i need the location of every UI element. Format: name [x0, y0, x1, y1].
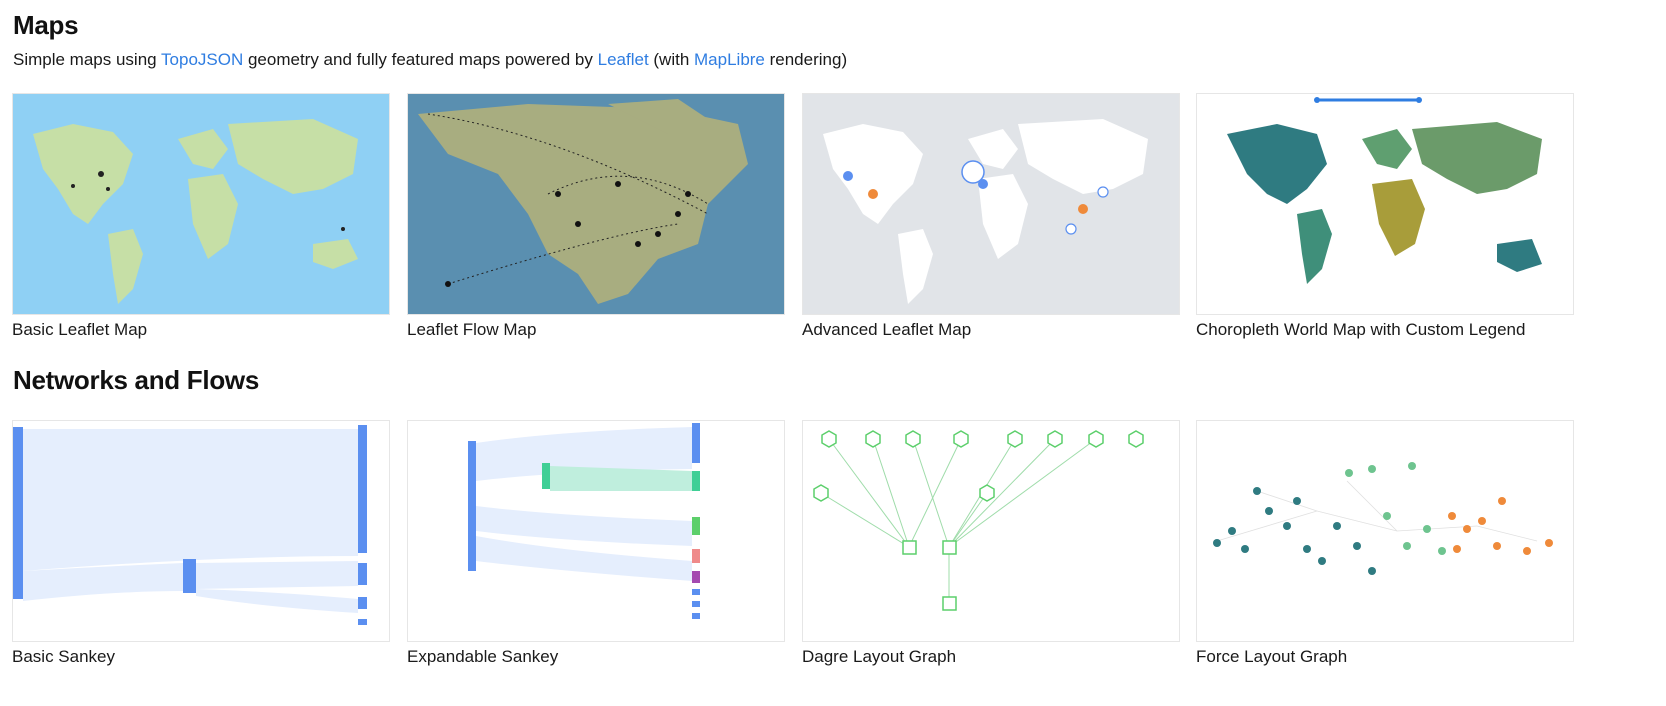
- dagre-graph-thumbnail[interactable]: [802, 420, 1180, 642]
- subtitle-text: rendering): [764, 50, 848, 69]
- topojson-link[interactable]: TopoJSON: [161, 50, 243, 69]
- basic-sankey-card[interactable]: Basic Sankey: [12, 420, 390, 667]
- card-label[interactable]: Basic Leaflet Map: [12, 320, 390, 340]
- choropleth-world-map-card[interactable]: Choropleth World Map with Custom Legend: [1196, 93, 1574, 340]
- card-label[interactable]: Advanced Leaflet Map: [802, 320, 1180, 340]
- sankey-thumbnail[interactable]: [12, 420, 390, 642]
- card-label[interactable]: Leaflet Flow Map: [407, 320, 785, 340]
- networks-section-title: Networks and Flows: [13, 365, 259, 395]
- card-label[interactable]: Force Layout Graph: [1196, 647, 1574, 667]
- world-map-thumbnail[interactable]: [12, 93, 390, 315]
- flow-map-thumbnail[interactable]: [407, 93, 785, 315]
- leaflet-link[interactable]: Leaflet: [598, 50, 649, 69]
- card-label[interactable]: Basic Sankey: [12, 647, 390, 667]
- maps-section-subtitle: Simple maps using TopoJSON geometry and …: [13, 50, 847, 70]
- card-label[interactable]: Expandable Sankey: [407, 647, 785, 667]
- advanced-leaflet-map-card[interactable]: Advanced Leaflet Map: [802, 93, 1180, 340]
- expandable-sankey-card[interactable]: Expandable Sankey: [407, 420, 785, 667]
- subtitle-text: (with: [648, 50, 695, 69]
- dagre-layout-graph-card[interactable]: Dagre Layout Graph: [802, 420, 1180, 667]
- leaflet-flow-map-card[interactable]: Leaflet Flow Map: [407, 93, 785, 340]
- cluster-map-thumbnail[interactable]: [802, 93, 1180, 315]
- card-label[interactable]: Dagre Layout Graph: [802, 647, 1180, 667]
- force-graph-thumbnail[interactable]: [1196, 420, 1574, 642]
- choropleth-thumbnail[interactable]: [1196, 93, 1574, 315]
- maplibre-link[interactable]: MapLibre: [694, 50, 765, 69]
- force-layout-graph-card[interactable]: Force Layout Graph: [1196, 420, 1574, 667]
- maps-section-title: Maps: [13, 10, 79, 40]
- card-label[interactable]: Choropleth World Map with Custom Legend: [1196, 320, 1574, 340]
- subtitle-text: Simple maps using: [13, 50, 162, 69]
- subtitle-text: geometry and fully featured maps powered…: [243, 50, 598, 69]
- basic-leaflet-map-card[interactable]: Basic Leaflet Map: [12, 93, 390, 340]
- expandable-sankey-thumbnail[interactable]: [407, 420, 785, 642]
